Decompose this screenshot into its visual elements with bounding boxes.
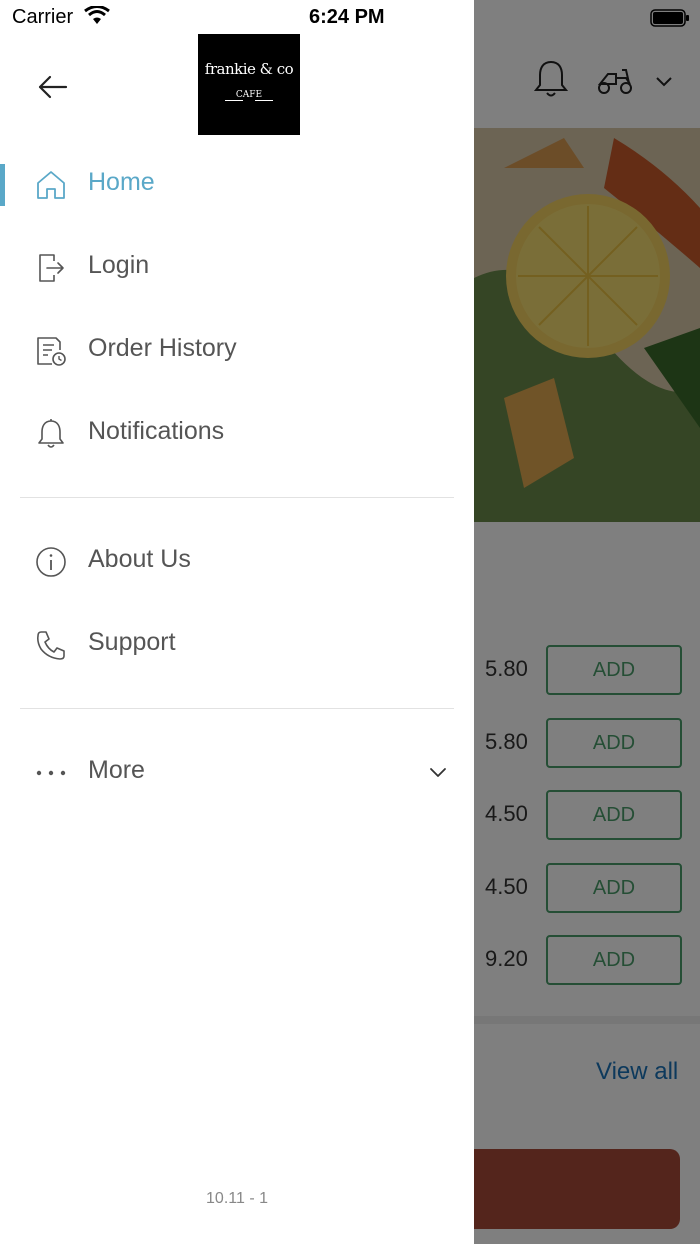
navigation-drawer: frankie & co CAFE Home Login Order Histo…: [0, 0, 474, 1244]
brand-logo: frankie & co CAFE: [198, 34, 300, 135]
app-version: 10.11 - 1: [206, 1190, 268, 1207]
drawer-item-notifications[interactable]: Notifications: [0, 404, 474, 464]
battery-icon: [650, 9, 689, 27]
drawer-item-home[interactable]: Home: [0, 155, 474, 215]
drawer-item-label: Home: [88, 168, 155, 196]
home-icon: [37, 171, 65, 199]
drawer-item-login[interactable]: Login: [0, 238, 474, 298]
wifi-icon: [84, 6, 110, 24]
more-dots-icon: [36, 770, 66, 776]
logo-text: frankie & co: [204, 60, 294, 78]
drawer-item-label: Support: [88, 628, 176, 656]
drawer-item-label: Login: [88, 251, 150, 279]
login-icon: [39, 254, 64, 282]
drawer-item-more[interactable]: More: [0, 743, 474, 803]
drawer-item-order-history[interactable]: Order History: [0, 321, 474, 381]
drawer-item-label: About Us: [88, 545, 191, 573]
phone-icon: [37, 631, 65, 660]
drawer-item-about-us[interactable]: About Us: [0, 532, 474, 592]
drawer-item-label: Order History: [88, 334, 237, 362]
order-history-icon: [37, 337, 66, 366]
clock: 6:24 PM: [309, 6, 385, 28]
drawer-item-support[interactable]: Support: [0, 615, 474, 675]
drawer-item-label: Notifications: [88, 417, 225, 445]
carrier-label: Carrier: [12, 6, 74, 28]
back-arrow-icon[interactable]: [36, 70, 70, 104]
logo-subtext: CAFE: [235, 90, 263, 100]
drawer-item-label: More: [88, 756, 145, 784]
info-icon: [36, 547, 66, 577]
chevron-down-icon[interactable]: [428, 763, 448, 783]
drawer-divider: [20, 497, 454, 498]
drawer-divider: [20, 708, 454, 709]
status-bar: Carrier 6:24 PM: [0, 0, 700, 36]
bell-icon: [38, 419, 64, 448]
